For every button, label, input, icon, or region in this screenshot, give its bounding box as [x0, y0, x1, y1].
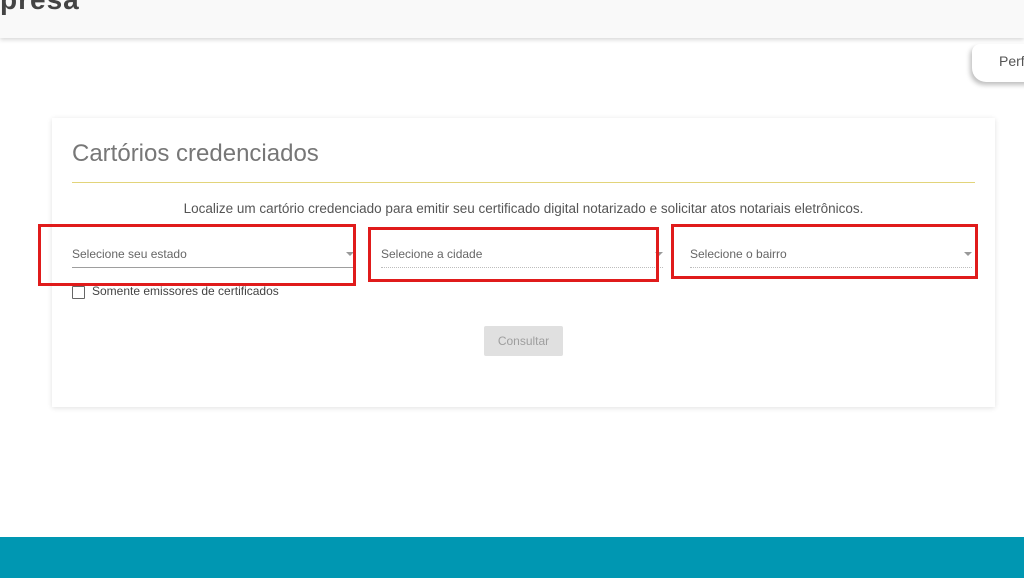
brand-logo-text: presa — [0, 0, 80, 16]
footer-bar — [0, 537, 1024, 578]
consult-button[interactable]: Consultar — [484, 326, 563, 356]
title-divider — [72, 182, 975, 183]
checkbox-label: Somente emissores de certificados — [92, 284, 279, 298]
profile-tab[interactable]: Perf — [972, 44, 1024, 82]
top-header-bar: presa — [0, 0, 1024, 38]
profile-tab-label: Perf — [999, 53, 1024, 69]
card-description: Localize um cartório credenciado para em… — [183, 201, 864, 216]
card-title: Cartórios credenciados — [72, 140, 319, 167]
highlight-box-state — [38, 224, 356, 286]
highlight-box-city — [368, 227, 659, 282]
highlight-box-neighborhood — [671, 224, 978, 279]
checkbox-icon[interactable] — [72, 286, 85, 299]
